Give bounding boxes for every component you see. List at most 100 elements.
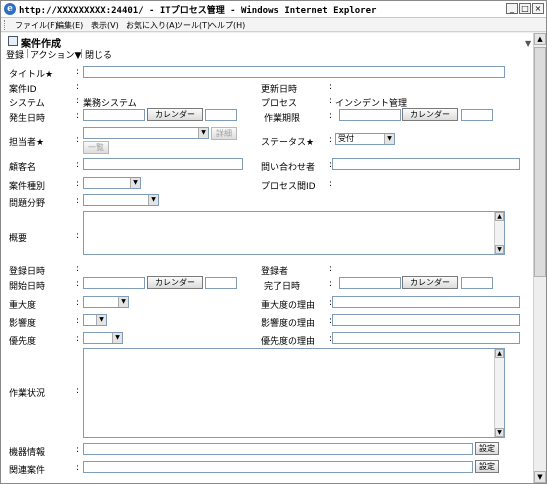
- summary-textarea[interactable]: ▲ ▼: [83, 211, 505, 255]
- minimize-button[interactable]: _: [506, 3, 518, 14]
- related-case-settings-button[interactable]: 設定: [475, 460, 499, 473]
- case-type-select[interactable]: ▼: [83, 177, 141, 189]
- status-label: ステータス★: [261, 138, 315, 148]
- work-status-scrollbar[interactable]: ▲ ▼: [494, 349, 504, 437]
- scroll-up-icon[interactable]: ▲: [495, 349, 504, 358]
- work-status-label: 作業状況: [9, 389, 46, 399]
- occurred-calendar-button[interactable]: カレンダー: [147, 108, 203, 121]
- colon: :: [329, 135, 333, 145]
- colon: :: [329, 179, 333, 189]
- scroll-down-icon[interactable]: ▼: [495, 245, 504, 254]
- system-label: システム: [9, 99, 45, 109]
- inquirer-input[interactable]: [332, 158, 520, 170]
- chevron-down-icon: ▼: [130, 178, 140, 188]
- scroll-up-icon[interactable]: ▲: [495, 212, 504, 221]
- colon: :: [329, 264, 333, 274]
- status-value: 受付: [338, 134, 354, 143]
- priority-label: 優先度: [9, 337, 37, 347]
- scroll-up-icon[interactable]: ▲: [534, 33, 546, 45]
- colon: :: [76, 264, 80, 274]
- priority-select[interactable]: ▼: [83, 332, 123, 344]
- registrant-label: 登録者: [261, 267, 289, 277]
- case-id-label: 案件ID: [9, 85, 37, 95]
- scroll-down-icon[interactable]: ▼: [534, 471, 546, 483]
- toolbar-grip: [4, 20, 6, 30]
- colon: :: [76, 82, 80, 92]
- menu-file[interactable]: ファイル(F): [15, 20, 58, 31]
- status-select[interactable]: 受付 ▼: [335, 133, 395, 145]
- menu-favorites[interactable]: お気に入り(A): [126, 20, 178, 31]
- impact-reason-input[interactable]: [332, 314, 520, 326]
- occurred-time-input[interactable]: [205, 109, 237, 121]
- colon: :: [329, 96, 333, 106]
- deadline-date-input[interactable]: [339, 109, 401, 121]
- severity-reason-input[interactable]: [332, 296, 520, 308]
- assignee-label: 担当者★: [9, 138, 45, 148]
- menu-tools[interactable]: ツール(T): [175, 20, 210, 31]
- title-input[interactable]: [83, 66, 505, 78]
- start-label: 開始日時: [9, 282, 46, 292]
- scroll-down-icon[interactable]: ▼: [495, 428, 504, 437]
- updated-label: 更新日時: [261, 85, 298, 95]
- maximize-button[interactable]: □: [519, 3, 531, 14]
- page-scrollbar[interactable]: ▲ ▼: [533, 33, 546, 483]
- colon: :: [76, 179, 80, 189]
- collapse-chevron-icon[interactable]: ▼: [525, 39, 531, 48]
- colon: :: [76, 316, 80, 326]
- summary-scrollbar[interactable]: ▲ ▼: [494, 212, 504, 254]
- register-link[interactable]: 登録: [6, 48, 24, 61]
- problem-area-select[interactable]: ▼: [83, 194, 159, 206]
- detail-button[interactable]: 詳細: [211, 127, 237, 140]
- chevron-down-icon: ▼: [118, 297, 128, 307]
- equipment-settings-button[interactable]: 設定: [475, 442, 499, 455]
- occurred-label: 発生日時: [9, 114, 46, 124]
- customer-label: 顧客名: [9, 163, 37, 173]
- case-type-label: 案件種別: [9, 182, 46, 192]
- close-window-button[interactable]: ×: [532, 3, 544, 14]
- colon: :: [76, 67, 80, 77]
- complete-date-input[interactable]: [339, 277, 401, 289]
- colon: :: [329, 111, 333, 121]
- impact-label: 影響度: [9, 319, 37, 329]
- deadline-calendar-button[interactable]: カレンダー: [402, 108, 458, 121]
- browser-window: e http://XXXXXXXXX:24401/ - ITプロセス管理 - W…: [0, 0, 547, 484]
- scroll-thumb[interactable]: [534, 47, 546, 277]
- priority-reason-input[interactable]: [332, 332, 520, 344]
- process-label: プロセス: [261, 99, 298, 109]
- start-calendar-button[interactable]: カレンダー: [147, 276, 203, 289]
- severity-reason-label: 重大度の理由: [261, 301, 316, 311]
- menu-edit[interactable]: 編集(E): [56, 20, 83, 31]
- start-time-input[interactable]: [205, 277, 237, 289]
- menu-view[interactable]: 表示(V): [91, 20, 119, 31]
- occurred-date-input[interactable]: [83, 109, 145, 121]
- ie-logo-icon: e: [4, 3, 16, 15]
- colon: :: [76, 279, 80, 289]
- severity-label: 重大度: [9, 301, 37, 311]
- colon: :: [76, 96, 80, 106]
- work-status-textarea[interactable]: ▲ ▼: [83, 348, 505, 438]
- registered-date-label: 登録日時: [9, 267, 46, 277]
- page-header: 案件作成 ▼ 登録 アクション▼ 閉じる: [1, 33, 533, 61]
- impact-select[interactable]: ▼: [83, 314, 107, 326]
- start-date-input[interactable]: [83, 277, 145, 289]
- complete-time-input[interactable]: [461, 277, 493, 289]
- customer-input[interactable]: [83, 158, 243, 170]
- page-content: 案件作成 ▼ 登録 アクション▼ 閉じる タイトル★ : 案件ID : 更新日時…: [1, 33, 533, 483]
- action-menu[interactable]: アクション▼: [30, 48, 81, 61]
- assignee-select[interactable]: ▼: [83, 127, 209, 139]
- colon: :: [329, 279, 333, 289]
- severity-select[interactable]: ▼: [83, 296, 129, 308]
- inquirer-label: 問い合わせ者: [261, 163, 316, 173]
- title-bar: e http://XXXXXXXXX:24401/ - ITプロセス管理 - W…: [1, 1, 546, 18]
- related-case-input[interactable]: [83, 461, 473, 473]
- equipment-input[interactable]: [83, 443, 473, 455]
- complete-calendar-button[interactable]: カレンダー: [402, 276, 458, 289]
- title-label: タイトル★: [9, 70, 54, 80]
- deadline-time-input[interactable]: [461, 109, 493, 121]
- close-link[interactable]: 閉じる: [85, 48, 112, 61]
- menu-help[interactable]: ヘルプ(H): [209, 20, 245, 31]
- list-button[interactable]: 一覧: [83, 141, 109, 154]
- related-case-label: 関連案件: [9, 466, 46, 476]
- colon: :: [76, 111, 80, 121]
- colon: :: [76, 463, 80, 473]
